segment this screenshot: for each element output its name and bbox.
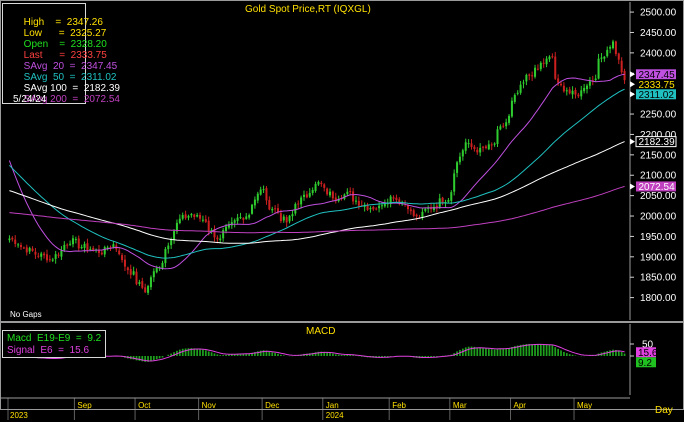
macd-legend-box: Macd E19-E9 = 9.2 Signal E6 = 15.6	[2, 330, 106, 358]
chart-window: 1800.00 1850.00 1900.00 1950.00 2000.00 2050.…	[0, 0, 684, 422]
macd-legend-macd: Macd E19-E9 = 9.2	[7, 333, 102, 344]
macd-panel-title: MACD	[306, 326, 336, 337]
info-box: High = 2347.26 Low = 2325.27 Open = 2328…	[2, 3, 120, 105]
info-date: 5/24/24	[13, 94, 47, 105]
x-axis-unit-label: Day	[655, 405, 673, 416]
price-chart-title: Gold Spot Price,RT (IQXGL)	[245, 4, 371, 15]
x-year-label: 2023	[10, 411, 28, 420]
no-gaps-label: No Gaps	[10, 310, 42, 319]
info-savg200-value: 2072.54	[83, 94, 120, 105]
macd-legend-signal: Signal E6 = 15.6	[7, 345, 90, 356]
x-year-label: 2024	[326, 411, 344, 420]
